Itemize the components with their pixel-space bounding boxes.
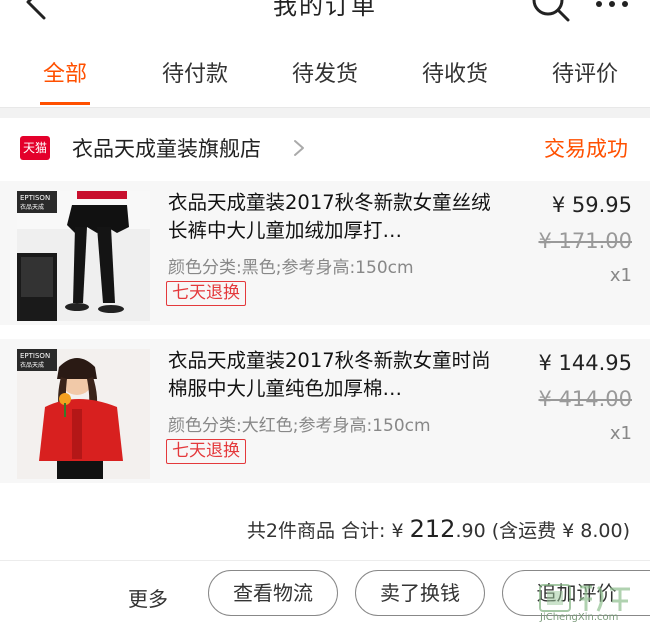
summary-shipping: (含运费 ¥ 8.00) [485, 520, 630, 542]
order-status: 交易成功 [544, 137, 628, 161]
order-card: 天猫 衣品天成童装旗舰店 交易成功 EPTISON 衣品天成 衣品天成童装201… [0, 118, 650, 630]
chevron-right-icon [294, 140, 304, 156]
tab-pending-review[interactable]: 待评价 [525, 42, 645, 108]
ellipsis-icon [596, 1, 628, 7]
order-item[interactable]: EPTISON 衣品天成 衣品天成童装2017秋冬新款女童时尚棉服中大儿童纯色加… [0, 339, 650, 483]
product-quantity: x1 [609, 265, 632, 286]
summary-total-decimal: .90 [455, 520, 486, 542]
view-logistics-button[interactable]: 查看物流 [208, 570, 338, 616]
product-original-price: ¥ 171.00 [538, 229, 632, 253]
tmall-icon: 天猫 [20, 136, 50, 160]
shop-name[interactable]: 衣品天成童装旗舰店 [72, 133, 261, 163]
thumb-brand-sub: 衣品天成 [20, 361, 44, 369]
summary-count: 共2件商品 合计: ¥ [246, 520, 410, 542]
resell-button[interactable]: 卖了换钱 [355, 570, 485, 616]
shop-row[interactable]: 天猫 衣品天成童装旗舰店 交易成功 [0, 118, 650, 178]
product-title[interactable]: 衣品天成童装2017秋冬新款女童时尚棉服中大儿童纯色加厚棉… [168, 347, 508, 403]
product-quantity: x1 [609, 423, 632, 444]
top-bar: 我的订单 [0, 0, 650, 42]
product-image[interactable]: EPTISON 衣品天成 [17, 349, 150, 479]
thumb-brand-sub: 衣品天成 [20, 203, 44, 211]
thumb-brand: EPTISON [20, 352, 50, 360]
watermark-text: JiChengXin.com [540, 612, 619, 623]
tab-pending-receipt[interactable]: 待收货 [395, 42, 515, 108]
return-policy-badge: 七天退换 [166, 439, 246, 464]
divider [0, 560, 650, 561]
product-title[interactable]: 衣品天成童装2017秋冬新款女童丝绒长裤中大儿童加绒加厚打… [168, 189, 508, 245]
search-button[interactable] [530, 0, 570, 22]
product-price: ¥ 144.95 [538, 351, 632, 375]
tab-pending-shipment[interactable]: 待发货 [265, 42, 385, 108]
product-sku: 颜色分类:大红色;参考身高:150cm [168, 416, 431, 436]
summary-total-integer: 212 [409, 515, 456, 543]
product-price: ¥ 59.95 [551, 193, 632, 217]
more-actions-button[interactable]: 更多 [128, 583, 168, 612]
product-original-price: ¥ 414.00 [538, 387, 632, 411]
order-item[interactable]: EPTISON 衣品天成 衣品天成童装2017秋冬新款女童丝绒长裤中大儿童加绒加… [0, 181, 650, 325]
product-image[interactable]: EPTISON 衣品天成 [17, 191, 150, 321]
tab-pending-payment[interactable]: 待付款 [135, 42, 255, 108]
active-tab-indicator [40, 102, 90, 105]
order-summary: 共2件商品 合计: ¥ 212.90 (含运费 ¥ 8.00) [247, 515, 630, 543]
product-sku: 颜色分类:黑色;参考身高:150cm [168, 258, 414, 278]
search-icon [532, 0, 570, 22]
return-policy-badge: 七天退换 [166, 281, 246, 306]
order-tabs: 全部 待付款 待发货 待收货 待评价 [0, 42, 650, 108]
thumb-brand: EPTISON [20, 194, 50, 202]
more-menu-button[interactable] [592, 0, 632, 14]
tab-all[interactable]: 全部 [5, 42, 125, 108]
